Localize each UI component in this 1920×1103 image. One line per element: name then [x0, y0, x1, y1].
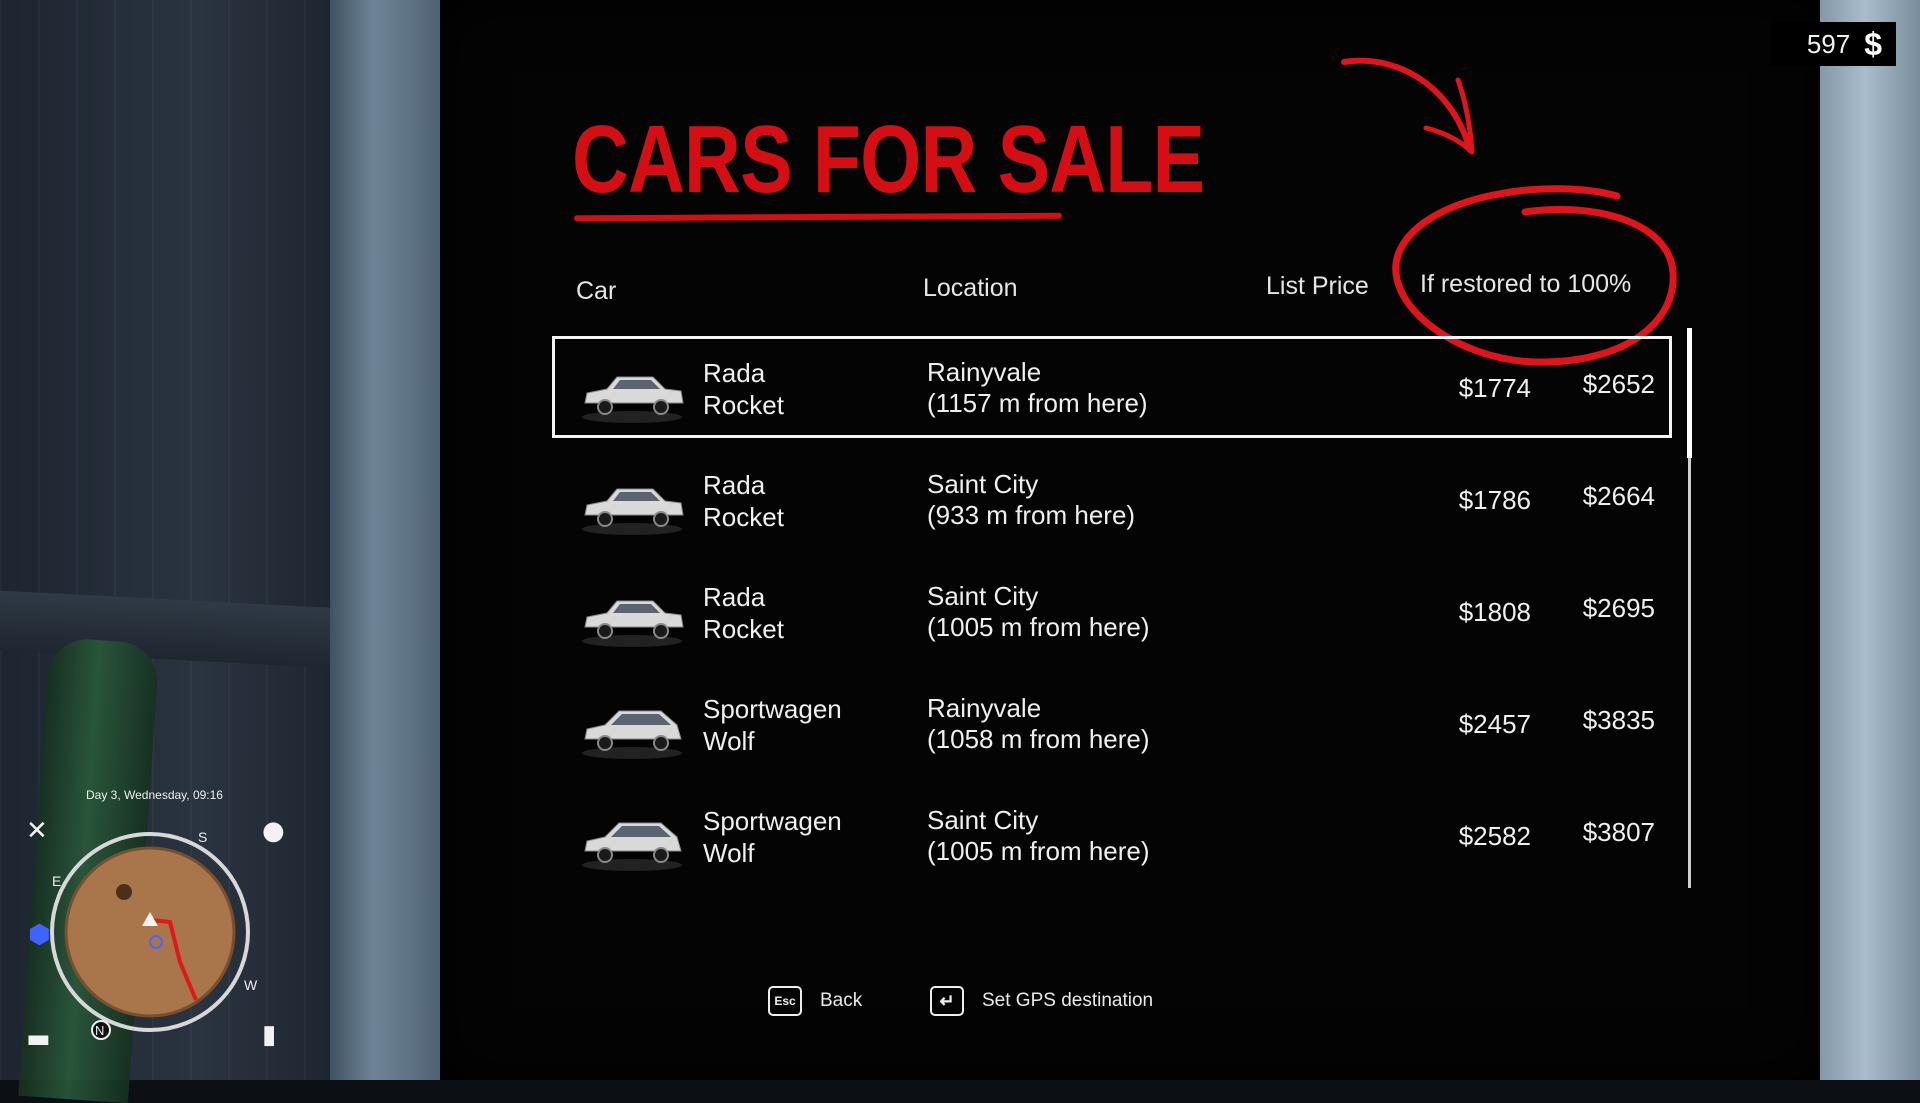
list-scrollbar-thumb[interactable] — [1687, 328, 1692, 458]
location-city: Saint City — [927, 581, 1039, 611]
monitor-frame-left — [330, 0, 440, 1080]
toilet-icon: ▮ — [262, 1020, 277, 1050]
list-price: $2582 — [1458, 821, 1531, 851]
minimap: S E W N — [50, 829, 258, 1040]
car-thumbnail-icon — [582, 710, 682, 759]
compass-north-label: N — [95, 1023, 104, 1038]
car-listing-row-1[interactable]: Rada Rocket Rainyvale (1157 m from here)… — [552, 336, 1672, 438]
money-display: 597 $ — [1770, 22, 1896, 66]
car-name: Rada Rocket — [703, 469, 883, 533]
location-distance: (933 m from here) — [927, 500, 1136, 530]
car-thumbnail-icon — [582, 600, 684, 647]
list-price: $1808 — [1458, 597, 1531, 627]
car-name-line2: Rocket — [703, 614, 784, 644]
compass-west-label: W — [244, 977, 258, 993]
car-listings: Rada Rocket Rainyvale (1157 m from here)… — [552, 336, 1672, 896]
list-price: $1774 — [1458, 373, 1531, 403]
restored-value: $3835 — [1582, 705, 1655, 735]
car-listing-row-5[interactable]: Sportwagen Wolf Saint City (1005 m from … — [552, 784, 1672, 896]
car-name-line1: Sportwagen — [703, 694, 842, 724]
monitor-frame-right — [1810, 0, 1920, 1080]
location-city: Rainyvale — [927, 693, 1042, 723]
restored-value: $2664 — [1582, 481, 1655, 511]
restored-value: $3807 — [1582, 817, 1655, 847]
car-location: Saint City (1005 m from here) — [927, 805, 1247, 867]
car-thumbnail-icon — [582, 822, 682, 871]
car-name-line1: Sportwagen — [703, 806, 842, 836]
back-button[interactable]: Esc Back — [768, 986, 862, 1016]
car-name: Sportwagen Wolf — [703, 805, 883, 869]
list-price: $1786 — [1458, 485, 1531, 515]
location-distance: (1005 m from here) — [927, 836, 1150, 866]
tools-icon: ✕ — [26, 816, 48, 846]
hud-date-time: Day 3, Wednesday, 09:16 — [86, 788, 223, 802]
car-listing-row-2[interactable]: Rada Rocket Saint City (933 m from here)… — [552, 448, 1672, 560]
car-listing-row-4[interactable]: Sportwagen Wolf Rainyvale (1058 m from h… — [552, 672, 1672, 784]
car-name: Rada Rocket — [703, 581, 883, 645]
restored-value: $2652 — [1582, 369, 1655, 399]
compass-south-label: S — [198, 829, 207, 845]
enter-key-icon: ↵ — [930, 986, 964, 1016]
location-city: Rainyvale — [927, 357, 1042, 387]
location-city: Saint City — [927, 805, 1039, 835]
back-label: Back — [820, 990, 863, 1011]
dollar-icon: $ — [1864, 25, 1882, 62]
car-name-line1: Rada — [703, 470, 766, 500]
car-name-line2: Rocket — [703, 502, 784, 532]
set-gps-destination-button[interactable]: ↵ Set GPS destination — [930, 986, 1153, 1016]
car-location: Saint City (933 m from here) — [927, 469, 1247, 531]
car-name: Rada Rocket — [703, 357, 883, 421]
car-thumbnail-icon — [582, 376, 684, 423]
compass-east-label: E — [52, 873, 61, 889]
location-distance: (1157 m from here) — [927, 388, 1148, 418]
car-location: Rainyvale (1058 m from here) — [927, 693, 1247, 755]
money-amount: 597 — [1806, 28, 1851, 59]
location-distance: (1058 m from here) — [927, 724, 1150, 754]
annotation-arrow — [1341, 57, 1475, 155]
water-drop-icon: ● — [262, 816, 285, 846]
column-header-restored-value: If restored to 100% — [1420, 270, 1632, 298]
location-distance: (1005 m from here) — [927, 612, 1150, 642]
esc-key-icon: Esc — [768, 986, 802, 1016]
location-city: Saint City — [927, 469, 1039, 499]
car-thumbnail-icon — [582, 488, 684, 535]
car-location: Rainyvale (1157 m from here) — [927, 357, 1247, 419]
car-name-line2: Wolf — [703, 726, 755, 756]
restored-value: $2695 — [1582, 593, 1655, 623]
car-name: Sportwagen Wolf — [703, 693, 883, 757]
column-header-list-price: List Price — [1266, 272, 1369, 300]
car-name-line1: Rada — [703, 582, 766, 612]
set-gps-destination-label: Set GPS destination — [982, 990, 1154, 1011]
car-name-line2: Wolf — [703, 838, 755, 868]
car-name-line2: Rocket — [703, 390, 784, 420]
car-listing-row-3[interactable]: Rada Rocket Saint City (1005 m from here… — [552, 560, 1672, 672]
bed-icon: ▬ — [26, 1024, 51, 1054]
shield-icon: ⬢ — [28, 920, 51, 950]
car-location: Saint City (1005 m from here) — [927, 581, 1247, 643]
car-name-line1: Rada — [703, 358, 766, 388]
column-header-car: Car — [576, 277, 617, 305]
column-header-location: Location — [923, 274, 1018, 302]
list-price: $2457 — [1458, 709, 1531, 739]
page-title: CARS FOR SALE — [572, 106, 1205, 213]
